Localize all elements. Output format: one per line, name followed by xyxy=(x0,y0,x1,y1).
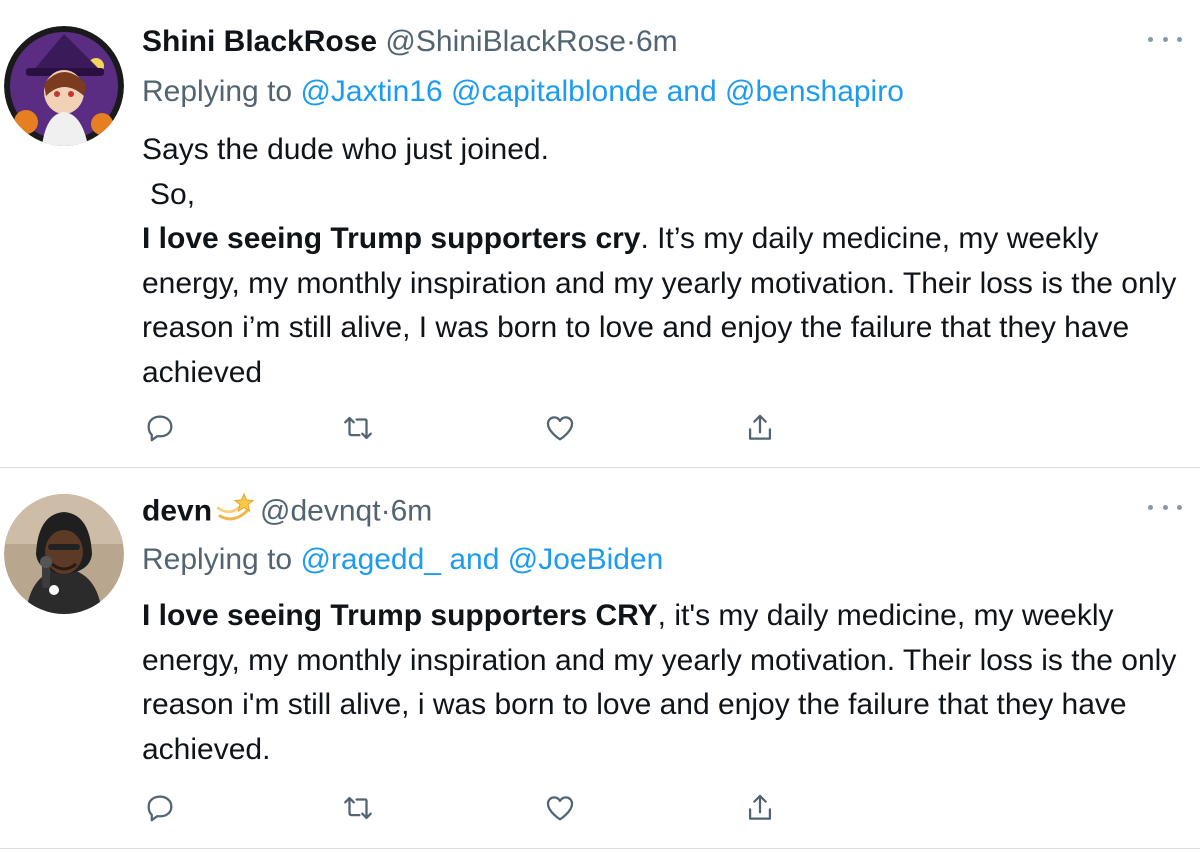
mention-link[interactable]: @benshapiro xyxy=(725,75,904,108)
tweet[interactable]: devn @devnqt·6m Replying to @ragedd_ and … xyxy=(0,468,1200,849)
more-icon[interactable] xyxy=(1148,34,1182,44)
share-icon[interactable] xyxy=(740,788,780,828)
replying-to: Replying to @ragedd_ and @JoeBiden xyxy=(142,540,663,580)
tweet-paragraph: I love seeing Trump supporters cry. It’s… xyxy=(142,217,1192,395)
separator: · xyxy=(380,494,391,528)
more-icon[interactable] xyxy=(1148,502,1182,512)
avatar-image xyxy=(4,494,124,614)
display-name[interactable]: Shini BlackRose xyxy=(142,25,377,58)
retweet-icon[interactable] xyxy=(338,788,378,828)
retweet-icon[interactable] xyxy=(338,408,378,448)
reply-icon[interactable] xyxy=(140,408,180,448)
bold-text: I love seeing Trump supporters cry xyxy=(142,222,641,255)
mention-link[interactable]: @capitalblonde xyxy=(451,75,658,108)
display-name[interactable]: devn xyxy=(142,494,212,527)
tweet-line: So, xyxy=(150,177,196,211)
tweet-actions xyxy=(140,408,800,448)
tweet-actions xyxy=(140,788,800,828)
tweet-header: Shini BlackRose @ShiniBlackRose·6m xyxy=(142,22,678,62)
mention-and: and xyxy=(449,543,500,576)
like-icon[interactable] xyxy=(540,788,580,828)
tweet-divider xyxy=(0,848,1200,849)
reply-icon[interactable] xyxy=(140,788,180,828)
dizzy-emoji-icon xyxy=(216,490,255,535)
mention-and: and xyxy=(666,75,717,108)
separator: · xyxy=(625,25,636,58)
tweet-text: I love seeing Trump supporters CRY, it's… xyxy=(142,594,1192,772)
timestamp[interactable]: 6m xyxy=(391,494,433,527)
tweet-line: Says the dude who just joined. xyxy=(142,133,549,166)
timestamp[interactable]: 6m xyxy=(636,25,678,58)
like-icon[interactable] xyxy=(540,408,580,448)
mention-link[interactable]: @Jaxtin16 xyxy=(300,75,442,108)
replying-label: Replying to xyxy=(142,75,293,108)
tweet-header: devn @devnqt·6m xyxy=(142,490,432,535)
replying-label: Replying to xyxy=(142,543,293,576)
replying-to: Replying to @Jaxtin16 @capitalblonde and… xyxy=(142,72,904,112)
avatar[interactable] xyxy=(4,494,124,614)
mention-link[interactable]: @JoeBiden xyxy=(508,543,664,576)
avatar[interactable] xyxy=(4,26,124,146)
handle[interactable]: @devnqt xyxy=(260,494,381,527)
avatar-image xyxy=(4,26,124,146)
share-icon[interactable] xyxy=(740,408,780,448)
tweet-paragraph: I love seeing Trump supporters CRY, it's… xyxy=(142,594,1192,772)
tweet[interactable]: Shini BlackRose @ShiniBlackRose·6m Reply… xyxy=(0,0,1200,467)
handle[interactable]: @ShiniBlackRose xyxy=(385,25,626,58)
tweet-text: Says the dude who just joined. So, I lov… xyxy=(142,128,1192,395)
mention-link[interactable]: @ragedd_ xyxy=(300,543,441,576)
bold-text: I love seeing Trump supporters CRY xyxy=(142,599,658,632)
